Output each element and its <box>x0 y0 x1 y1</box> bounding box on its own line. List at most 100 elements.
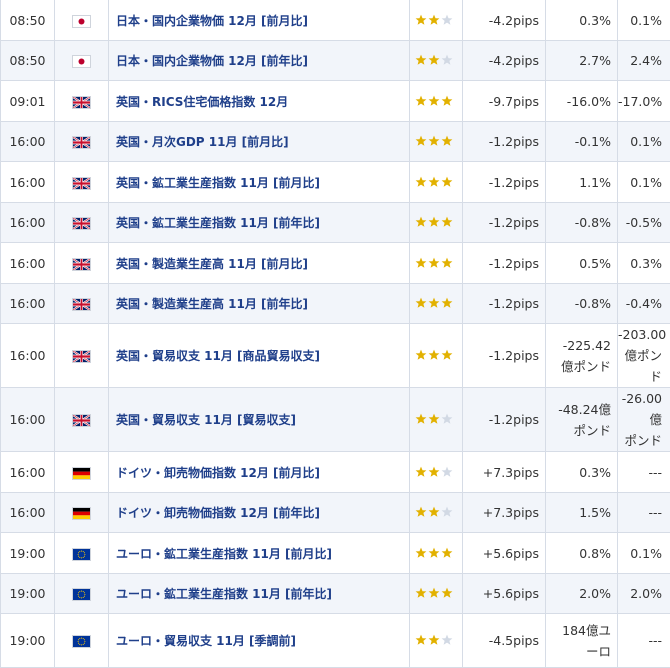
event-name-cell[interactable]: ユーロ・貿易収支 11月 [季調前] <box>109 614 410 668</box>
time-cell: 16:00 <box>1 162 55 203</box>
event-time: 19:00 <box>9 546 45 561</box>
rating-star-icon <box>415 176 427 188</box>
flag-cell <box>55 388 109 452</box>
rating-star-icon <box>441 135 453 147</box>
rating-star-icon <box>441 466 453 478</box>
rating-star-icon <box>428 587 440 599</box>
time-cell: 08:50 <box>1 0 55 41</box>
pips-cell: -9.7pips <box>463 81 546 122</box>
event-name-link: ユーロ・鉱工業生産指数 11月 [前月比] <box>116 547 332 561</box>
flag-cell <box>55 81 109 122</box>
rating-star-icon <box>441 349 453 361</box>
flag-cell <box>55 614 109 668</box>
result-value: 2.7% <box>579 53 611 68</box>
time-cell: 16:00 <box>1 284 55 324</box>
result-cell: -48.24億 ポンド <box>546 388 618 452</box>
event-name-cell[interactable]: 英国・鉱工業生産指数 11月 [前年比] <box>109 203 410 243</box>
result-cell: 0.3% <box>546 0 618 41</box>
result-value: 0.3% <box>579 13 611 28</box>
event-name-cell[interactable]: 英国・製造業生産高 11月 [前月比] <box>109 243 410 284</box>
importance-rating <box>415 297 457 310</box>
event-name-cell[interactable]: 英国・RICS住宅価格指数 12月 <box>109 81 410 122</box>
pips-cell: -4.5pips <box>463 614 546 668</box>
previous-cell: --- <box>618 493 670 533</box>
event-name-link: 英国・RICS住宅価格指数 12月 <box>116 95 288 109</box>
event-name-link: ユーロ・鉱工業生産指数 11月 [前年比] <box>116 587 332 601</box>
economic-calendar-table: 08:50 日本・国内企業物価 12月 [前月比] -4.2pips 0.3% 0.1%… <box>0 0 670 668</box>
uk-flag-icon <box>73 259 90 270</box>
event-name-cell[interactable]: ユーロ・鉱工業生産指数 11月 [前月比] <box>109 533 410 574</box>
pips-cell: -1.2pips <box>463 122 546 162</box>
importance-cell <box>410 162 463 203</box>
pips-move: +5.6pips <box>483 586 539 601</box>
rating-star-icon <box>415 14 427 26</box>
pips-move: +7.3pips <box>483 465 539 480</box>
previous-value: -17.0% <box>618 94 662 109</box>
table-row: 16:00英国・月次GDP 11月 [前月比]-1.2pips-0.1%0.1% <box>1 122 670 162</box>
importance-rating <box>415 587 457 600</box>
table-row: 16:00英国・鉱工業生産指数 11月 [前年比]-1.2pips-0.8%-0… <box>1 203 670 243</box>
table-row: 19:00ユーロ・鉱工業生産指数 11月 [前年比]+5.6pips2.0%2.… <box>1 574 670 614</box>
previous-cell: 0.1% <box>618 162 670 203</box>
pips-move: -4.5pips <box>489 633 539 648</box>
event-name-cell[interactable]: 英国・貿易収支 11月 [商品貿易収支] <box>109 324 410 388</box>
event-time: 16:00 <box>9 134 45 149</box>
previous-value: -203.00 億ポンド <box>618 327 666 384</box>
event-name-link: 英国・貿易収支 11月 [貿易収支] <box>116 413 296 427</box>
flag-cell <box>55 284 109 324</box>
flag-cell <box>55 324 109 388</box>
pips-move: -1.2pips <box>489 296 539 311</box>
flag-cell <box>55 574 109 614</box>
rating-star-icon <box>415 466 427 478</box>
importance-rating <box>415 216 457 229</box>
previous-value: --- <box>648 465 662 480</box>
pips-move: -1.2pips <box>489 256 539 271</box>
rating-star-icon <box>441 95 453 107</box>
previous-value: -26.00億 ポンド <box>622 391 662 448</box>
importance-rating <box>415 547 457 560</box>
event-name-cell[interactable]: 英国・月次GDP 11月 [前月比] <box>109 122 410 162</box>
previous-value: 0.1% <box>630 13 662 28</box>
rating-star-icon <box>428 506 440 518</box>
rating-star-icon <box>428 95 440 107</box>
pips-cell: +7.3pips <box>463 493 546 533</box>
event-time: 16:00 <box>9 215 45 230</box>
rating-star-icon <box>441 634 453 646</box>
event-time: 16:00 <box>9 412 45 427</box>
table-row: 19:00ユーロ・貿易収支 11月 [季調前]-4.5pips184億ユ ーロ-… <box>1 614 670 668</box>
rating-star-icon <box>428 257 440 269</box>
flag-cell <box>55 243 109 284</box>
importance-cell <box>410 493 463 533</box>
event-name-cell[interactable]: 日本・国内企業物価 12月 [前年比] <box>109 41 410 81</box>
event-name-cell[interactable]: ドイツ・卸売物価指数 12月 [前年比] <box>109 493 410 533</box>
uk-flag-icon <box>73 299 90 310</box>
time-cell: 16:00 <box>1 493 55 533</box>
table-row: 16:00ドイツ・卸売物価指数 12月 [前年比]+7.3pips1.5%--- <box>1 493 670 533</box>
rating-star-icon <box>428 135 440 147</box>
pips-cell: -1.2pips <box>463 324 546 388</box>
result-value: -225.42 億ポンド <box>561 338 611 374</box>
time-cell: 08:50 <box>1 41 55 81</box>
event-name-cell[interactable]: 英国・鉱工業生産指数 11月 [前月比] <box>109 162 410 203</box>
result-cell: -0.1% <box>546 122 618 162</box>
eu-flag-icon <box>73 636 90 647</box>
importance-rating <box>415 95 457 108</box>
previous-value: 0.1% <box>630 175 662 190</box>
previous-cell: -203.00 億ポンド <box>618 324 670 388</box>
pips-cell: -4.2pips <box>463 41 546 81</box>
pips-cell: +5.6pips <box>463 574 546 614</box>
germany-flag-icon <box>73 468 90 479</box>
result-cell: 184億ユ ーロ <box>546 614 618 668</box>
event-name-cell[interactable]: ドイツ・卸売物価指数 12月 [前月比] <box>109 452 410 493</box>
event-name-cell[interactable]: ユーロ・鉱工業生産指数 11月 [前年比] <box>109 574 410 614</box>
event-name-cell[interactable]: 英国・貿易収支 11月 [貿易収支] <box>109 388 410 452</box>
pips-cell: -1.2pips <box>463 388 546 452</box>
time-cell: 09:01 <box>1 81 55 122</box>
event-time: 08:50 <box>9 53 45 68</box>
event-name-cell[interactable]: 英国・製造業生産高 11月 [前年比] <box>109 284 410 324</box>
rating-star-icon <box>441 216 453 228</box>
event-name-cell[interactable]: 日本・国内企業物価 12月 [前月比] <box>109 0 410 41</box>
importance-cell <box>410 243 463 284</box>
event-name-link: 英国・鉱工業生産指数 11月 [前年比] <box>116 216 320 230</box>
event-time: 16:00 <box>9 465 45 480</box>
